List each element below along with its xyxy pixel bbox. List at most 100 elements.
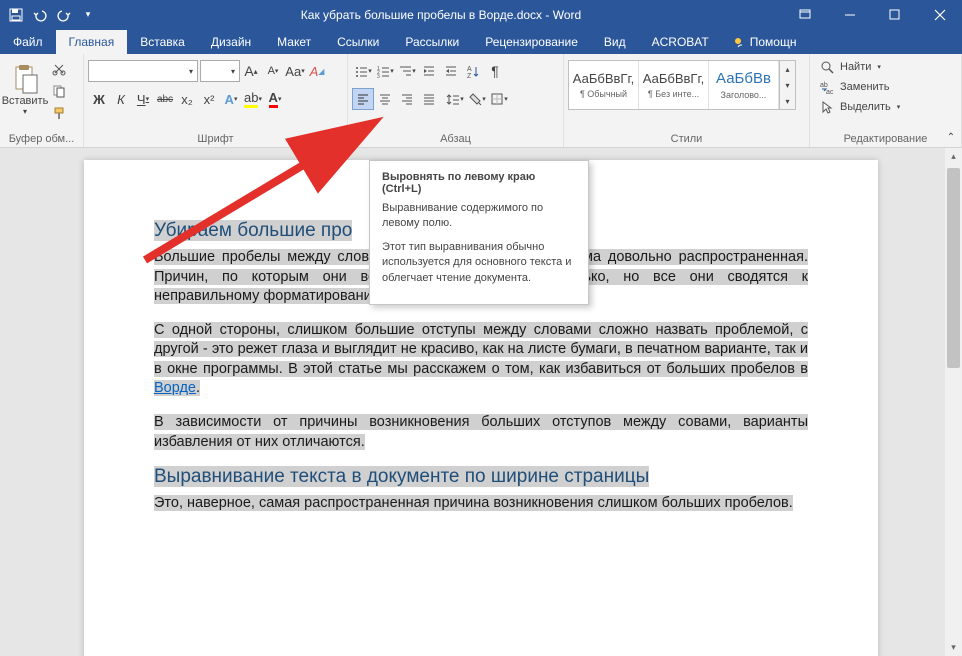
- grow-font-icon[interactable]: A▴: [240, 60, 262, 82]
- borders-icon[interactable]: ▾: [488, 88, 510, 110]
- underline-button[interactable]: Ч▾: [132, 88, 154, 110]
- group-clipboard: Вставить ▾ Буфер обм...: [0, 54, 84, 147]
- scroll-down-icon[interactable]: ▾: [945, 639, 962, 656]
- tab-view[interactable]: Вид: [591, 30, 639, 54]
- tab-home[interactable]: Главная: [56, 30, 128, 54]
- change-case-icon[interactable]: Aa▾: [284, 60, 306, 82]
- svg-text:Z: Z: [467, 73, 472, 78]
- text-effects-icon[interactable]: A▾: [220, 88, 242, 110]
- ribbon-tabs: Файл Главная Вставка Дизайн Макет Ссылки…: [0, 29, 962, 54]
- ribbon-options-icon[interactable]: [782, 0, 827, 29]
- copy-icon[interactable]: [48, 80, 70, 102]
- collapse-ribbon-icon[interactable]: ⌃: [942, 129, 960, 145]
- window-title: Как убрать большие пробелы в Ворде.docx …: [100, 8, 782, 22]
- doc-heading-2: Выравнивание текста в документе по ширин…: [154, 466, 808, 488]
- paste-button[interactable]: Вставить ▾: [4, 56, 46, 122]
- doc-paragraph: В зависимости от причины возникновения б…: [154, 413, 808, 452]
- scroll-up-icon[interactable]: ▴: [945, 148, 962, 165]
- tab-design[interactable]: Дизайн: [198, 30, 264, 54]
- replace-icon: abac: [820, 80, 834, 94]
- select-button[interactable]: Выделить▾: [816, 98, 904, 116]
- minimize-button[interactable]: [827, 0, 872, 29]
- align-left-button[interactable]: [352, 88, 374, 110]
- window-controls: [782, 0, 962, 29]
- search-icon: [820, 60, 834, 74]
- save-icon[interactable]: [4, 3, 28, 27]
- svg-text:ac: ac: [826, 89, 834, 94]
- tab-insert[interactable]: Вставка: [127, 30, 198, 54]
- svg-text:A: A: [467, 66, 472, 73]
- tooltip-body: Этот тип выравнивания обычно используетс…: [382, 240, 576, 286]
- svg-text:ab: ab: [820, 82, 828, 89]
- find-button[interactable]: Найти▾: [816, 58, 904, 76]
- highlight-icon[interactable]: ab▾: [242, 88, 264, 110]
- group-styles: АаБбВвГг, ¶ Обычный АаБбВвГг, ¶ Без инте…: [564, 54, 810, 147]
- indent-icon[interactable]: [440, 60, 462, 82]
- qat-more-icon[interactable]: ▾: [76, 3, 100, 27]
- group-paragraph: ▾ 123▾ ▾ AZ ¶ ▾ ▾ ▾ Абзац: [348, 54, 564, 147]
- group-label-font: Шрифт: [88, 131, 343, 147]
- cursor-icon: [820, 100, 834, 114]
- tab-references[interactable]: Ссылки: [324, 30, 392, 54]
- tell-me-input[interactable]: Помощн: [722, 30, 807, 54]
- style-normal[interactable]: АаБбВвГг, ¶ Обычный: [569, 61, 639, 109]
- subscript-button[interactable]: x₂: [176, 88, 198, 110]
- style-heading1[interactable]: АаБбВв Заголово...: [709, 61, 779, 109]
- bullets-icon[interactable]: ▾: [352, 60, 374, 82]
- ribbon: Вставить ▾ Буфер обм... ▾ ▾ A▴ A▾ Aa▾ A◢: [0, 54, 962, 148]
- close-button[interactable]: [917, 0, 962, 29]
- group-label-clipboard: Буфер обм...: [4, 131, 79, 147]
- font-family-combo[interactable]: ▾: [88, 60, 198, 82]
- undo-icon[interactable]: [28, 3, 52, 27]
- tab-mailings[interactable]: Рассылки: [392, 30, 472, 54]
- tooltip: Выровнять по левому краю (Ctrl+L) Выравн…: [369, 160, 589, 305]
- strikethrough-button[interactable]: abc: [154, 88, 176, 110]
- replace-button[interactable]: abac Заменить: [816, 78, 904, 96]
- tab-file[interactable]: Файл: [0, 30, 56, 54]
- link-word[interactable]: Ворде: [154, 380, 196, 396]
- redo-icon[interactable]: [52, 3, 76, 27]
- titlebar: ▾ Как убрать большие пробелы в Ворде.doc…: [0, 0, 962, 29]
- sort-icon[interactable]: AZ: [462, 60, 484, 82]
- align-justify-button[interactable]: [418, 88, 440, 110]
- maximize-button[interactable]: [872, 0, 917, 29]
- svg-text:3: 3: [377, 74, 380, 78]
- numbering-icon[interactable]: 123▾: [374, 60, 396, 82]
- cut-icon[interactable]: [48, 58, 70, 80]
- show-marks-icon[interactable]: ¶: [484, 60, 506, 82]
- align-center-button[interactable]: [374, 88, 396, 110]
- multilevel-icon[interactable]: ▾: [396, 60, 418, 82]
- tab-layout[interactable]: Макет: [264, 30, 324, 54]
- tab-review[interactable]: Рецензирование: [472, 30, 591, 54]
- vertical-scrollbar[interactable]: ▴ ▾: [945, 148, 962, 656]
- tooltip-body: Выравнивание содержимого по левому полю.: [382, 201, 576, 232]
- scroll-thumb[interactable]: [947, 168, 960, 368]
- group-label-styles: Стили: [568, 131, 805, 147]
- tab-acrobat[interactable]: ACROBAT: [639, 30, 722, 54]
- outdent-icon[interactable]: [418, 60, 440, 82]
- doc-paragraph: Это, наверное, самая распространенная пр…: [154, 494, 808, 514]
- styles-gallery[interactable]: АаБбВвГг, ¶ Обычный АаБбВвГг, ¶ Без инте…: [568, 60, 796, 110]
- tooltip-title: Выровнять по левому краю (Ctrl+L): [382, 171, 576, 195]
- styles-up-icon[interactable]: ▴: [780, 61, 795, 77]
- shading-icon[interactable]: ▾: [466, 88, 488, 110]
- styles-more-icon[interactable]: ▾: [780, 93, 795, 109]
- clear-format-icon[interactable]: A◢: [306, 60, 328, 82]
- align-right-button[interactable]: [396, 88, 418, 110]
- superscript-button[interactable]: x²: [198, 88, 220, 110]
- styles-down-icon[interactable]: ▾: [780, 77, 795, 93]
- doc-paragraph: С одной стороны, слишком большие отступы…: [154, 321, 808, 399]
- style-no-spacing[interactable]: АаБбВвГг, ¶ Без инте...: [639, 61, 709, 109]
- font-size-combo[interactable]: ▾: [200, 60, 240, 82]
- quick-access-toolbar: ▾: [0, 3, 100, 27]
- bold-button[interactable]: Ж: [88, 88, 110, 110]
- group-editing: Найти▾ abac Заменить Выделить▾ Редактиро…: [810, 54, 962, 147]
- italic-button[interactable]: К: [110, 88, 132, 110]
- group-label-editing: Редактирование: [814, 131, 957, 147]
- group-label-paragraph: Абзац: [352, 131, 559, 147]
- font-color-icon[interactable]: A▾: [264, 88, 286, 110]
- line-spacing-icon[interactable]: ▾: [444, 88, 466, 110]
- format-painter-icon[interactable]: [48, 102, 70, 124]
- shrink-font-icon[interactable]: A▾: [262, 60, 284, 82]
- group-font: ▾ ▾ A▴ A▾ Aa▾ A◢ Ж К Ч▾ abc x₂ x² A▾ ab▾…: [84, 54, 348, 147]
